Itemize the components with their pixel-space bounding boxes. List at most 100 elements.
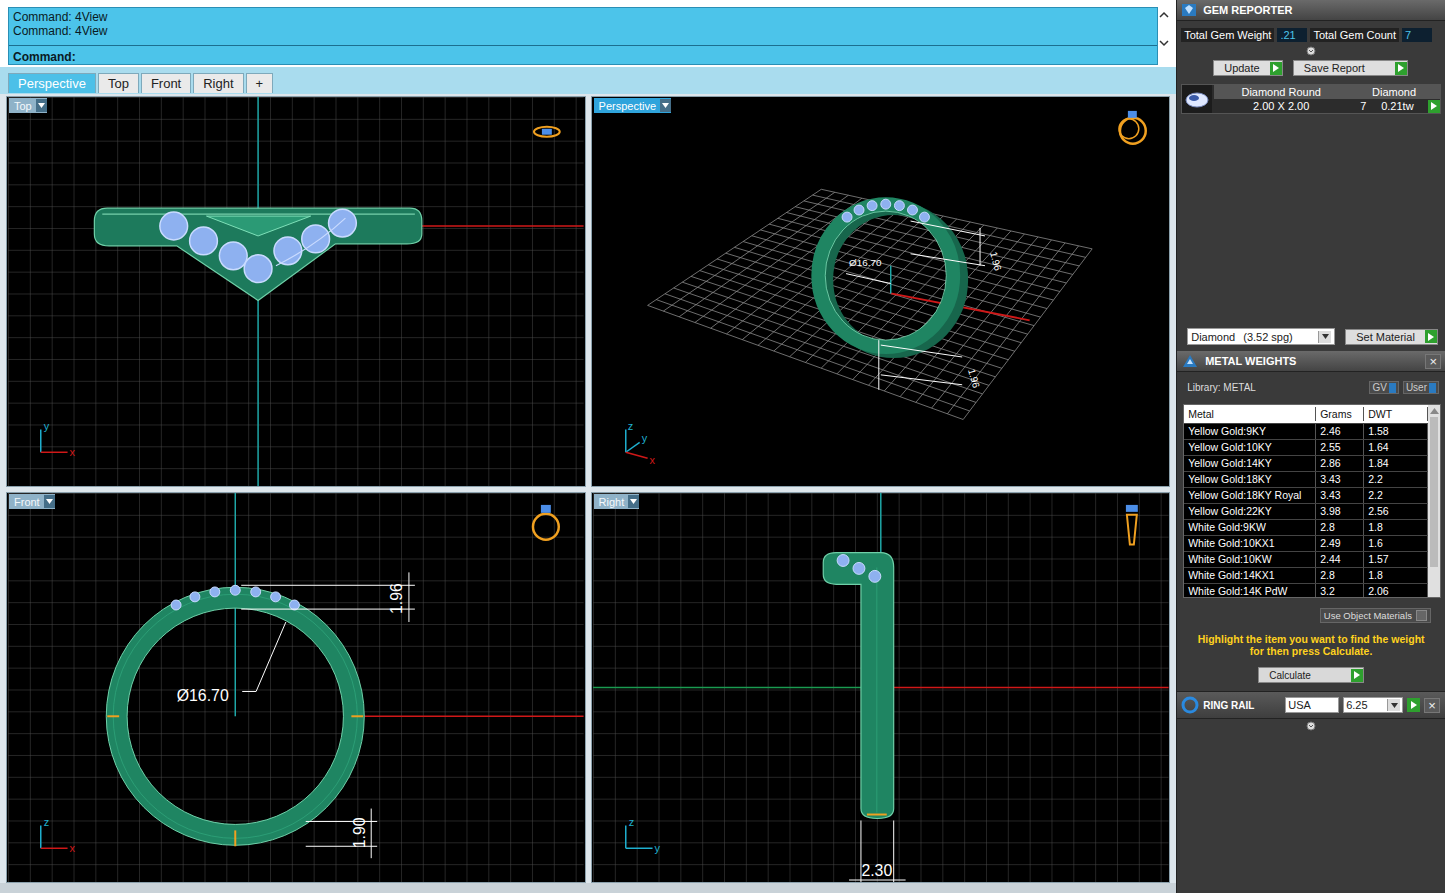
gv-toggle[interactable]: GV <box>1369 381 1398 394</box>
go-arrow-icon[interactable] <box>1407 698 1420 712</box>
dropdown-arrow-icon[interactable] <box>1318 331 1331 343</box>
metal-row[interactable]: Yellow Gold:10KY2.551.64 <box>1184 440 1428 456</box>
command-input[interactable]: Command: <box>9 45 1157 64</box>
metal-row[interactable]: Yellow Gold:18KY3.432.2 <box>1184 472 1428 488</box>
perspective-viewport[interactable]: Ø16.701.961.96zyxPerspective <box>591 96 1171 487</box>
ring-size-select[interactable]: 6.25 <box>1343 697 1403 713</box>
view-tab[interactable]: Front <box>141 73 191 93</box>
top-canvas[interactable]: yx <box>7 97 585 486</box>
dropdown-arrow-icon[interactable] <box>36 99 47 112</box>
metal-row[interactable]: Yellow Gold:14KY2.861.84 <box>1184 456 1428 472</box>
metal-row[interactable]: White Gold:10KX12.491.6 <box>1184 536 1428 552</box>
dropdown-arrow-icon[interactable] <box>1387 699 1400 711</box>
use-object-materials[interactable]: Use Object Materials <box>1320 608 1431 623</box>
metal-row[interactable]: White Gold:14K PdW3.22.06 <box>1184 584 1428 598</box>
command-history-line: Command: 4View <box>13 10 1153 24</box>
column-header[interactable]: Grams <box>1316 407 1364 421</box>
right-canvas[interactable]: 2.30zy <box>592 493 1170 882</box>
splitter-handle[interactable] <box>1177 44 1445 58</box>
svg-text:z: z <box>628 816 633 828</box>
go-arrow-icon[interactable] <box>1351 669 1363 682</box>
dimensions <box>849 820 906 882</box>
metal-cell: White Gold:14KX1 <box>1184 568 1316 583</box>
gem-row[interactable]: Diamond RoundDiamond2.00 X 2.0070.21tw <box>1181 84 1441 114</box>
column-header[interactable]: Metal <box>1184 407 1316 421</box>
go-arrow-icon[interactable] <box>1425 330 1437 343</box>
scroll-up-icon[interactable] <box>1159 11 1169 19</box>
view-tab[interactable]: Top <box>98 73 139 93</box>
close-button[interactable]: × <box>1425 354 1441 369</box>
handle-icon[interactable] <box>1306 721 1316 731</box>
go-arrow-icon[interactable] <box>1270 62 1282 75</box>
metal-cell: 2.46 <box>1316 424 1364 439</box>
command-history: Command: 4ViewCommand: 4View <box>9 8 1157 45</box>
metal-cell: White Gold:14K PdW <box>1184 584 1316 598</box>
go-arrow-icon[interactable] <box>1428 100 1440 113</box>
matrix-window: Command: 4ViewCommand: 4ViewCommand: Pers… <box>0 0 1445 893</box>
metal-cell: 3.2 <box>1316 584 1364 598</box>
view-tab[interactable]: Right <box>193 73 243 93</box>
workspace: Command: 4ViewCommand: 4ViewCommand: Pers… <box>0 0 1176 893</box>
checkbox[interactable] <box>1416 610 1427 621</box>
metal-cell: 1.6 <box>1364 536 1428 551</box>
metal-cell: 2.06 <box>1364 584 1428 598</box>
view-right-icon[interactable] <box>1126 505 1138 545</box>
viewport-label[interactable]: Perspective <box>594 98 671 113</box>
update-button[interactable]: Update <box>1213 60 1282 76</box>
svg-text:x: x <box>649 454 655 466</box>
calculate-hint: Highlight the item you want to find the … <box>1177 629 1445 661</box>
view-perspective-icon[interactable] <box>1119 111 1146 144</box>
z-axis-line <box>880 493 881 553</box>
size-system-select[interactable]: USA <box>1285 697 1339 713</box>
dropdown-arrow-icon[interactable] <box>660 99 671 112</box>
view-top-icon[interactable] <box>534 127 560 137</box>
close-button[interactable]: × <box>1424 698 1440 713</box>
dropdown-arrow-icon[interactable] <box>44 495 55 508</box>
dimensions <box>241 572 415 858</box>
metal-row[interactable]: Yellow Gold:22KY3.982.56 <box>1184 504 1428 520</box>
metal-cell: Yellow Gold:18KY <box>1184 472 1316 487</box>
scroll-up-icon[interactable] <box>1430 408 1439 414</box>
svg-text:x: x <box>70 842 76 854</box>
metal-row[interactable]: White Gold:14KX12.81.8 <box>1184 568 1428 584</box>
material-row: Diamond(3.52 spg) Set Material <box>1177 326 1445 351</box>
viewport-label[interactable]: Top <box>9 98 47 113</box>
column-header[interactable]: DWT <box>1364 407 1428 421</box>
view-tab[interactable]: Perspective <box>8 73 96 93</box>
front-viewport[interactable]: Ø16.701.961.90zxFront <box>6 492 586 883</box>
metal-row[interactable]: Yellow Gold:9KY2.461.58 <box>1184 424 1428 440</box>
metal-cell: 1.57 <box>1364 552 1428 567</box>
set-material-button[interactable]: Set Material <box>1345 329 1438 345</box>
top-viewport[interactable]: yx Top <box>6 96 586 487</box>
view-tab[interactable]: + <box>246 73 274 93</box>
right-viewport[interactable]: 2.30zyRight <box>591 492 1171 883</box>
splitter-handle[interactable] <box>1177 719 1445 733</box>
view-front-icon[interactable] <box>533 505 559 540</box>
gem-count: 7 <box>1348 100 1378 112</box>
viewport-label[interactable]: Right <box>594 494 640 509</box>
metal-cell: 1.8 <box>1364 520 1428 535</box>
go-arrow-icon[interactable] <box>1395 62 1407 75</box>
axis-indicator: yx <box>41 420 76 458</box>
viewport-label[interactable]: Front <box>9 494 55 509</box>
material-select[interactable]: Diamond(3.52 spg) <box>1187 328 1335 345</box>
calculate-button[interactable]: Calculate <box>1258 667 1364 683</box>
metal-row[interactable]: White Gold:10KW2.441.57 <box>1184 552 1428 568</box>
metal-row[interactable]: Yellow Gold:18KY Royal3.432.2 <box>1184 488 1428 504</box>
perspective-canvas[interactable]: Ø16.701.961.96zyx <box>592 97 1170 486</box>
metal-cell: 2.8 <box>1316 520 1364 535</box>
x-axis-line <box>422 225 584 226</box>
save-report-button[interactable]: Save Report <box>1293 60 1408 76</box>
metal-cell: 2.56 <box>1364 504 1428 519</box>
command-scrollbar[interactable] <box>1158 7 1170 65</box>
front-canvas[interactable]: Ø16.701.961.90zx <box>7 493 585 882</box>
svg-text:Ø16.70: Ø16.70 <box>177 687 229 704</box>
user-toggle[interactable]: User <box>1403 381 1439 394</box>
handle-icon[interactable] <box>1306 46 1316 56</box>
dropdown-arrow-icon[interactable] <box>628 495 639 508</box>
z-axis-line <box>890 266 891 294</box>
side-panel: GEM REPORTERTotal Gem Weight.21Total Gem… <box>1176 0 1445 893</box>
table-scrollbar[interactable] <box>1428 405 1440 597</box>
metal-row[interactable]: White Gold:9KW2.81.8 <box>1184 520 1428 536</box>
scroll-down-icon[interactable] <box>1159 39 1169 47</box>
